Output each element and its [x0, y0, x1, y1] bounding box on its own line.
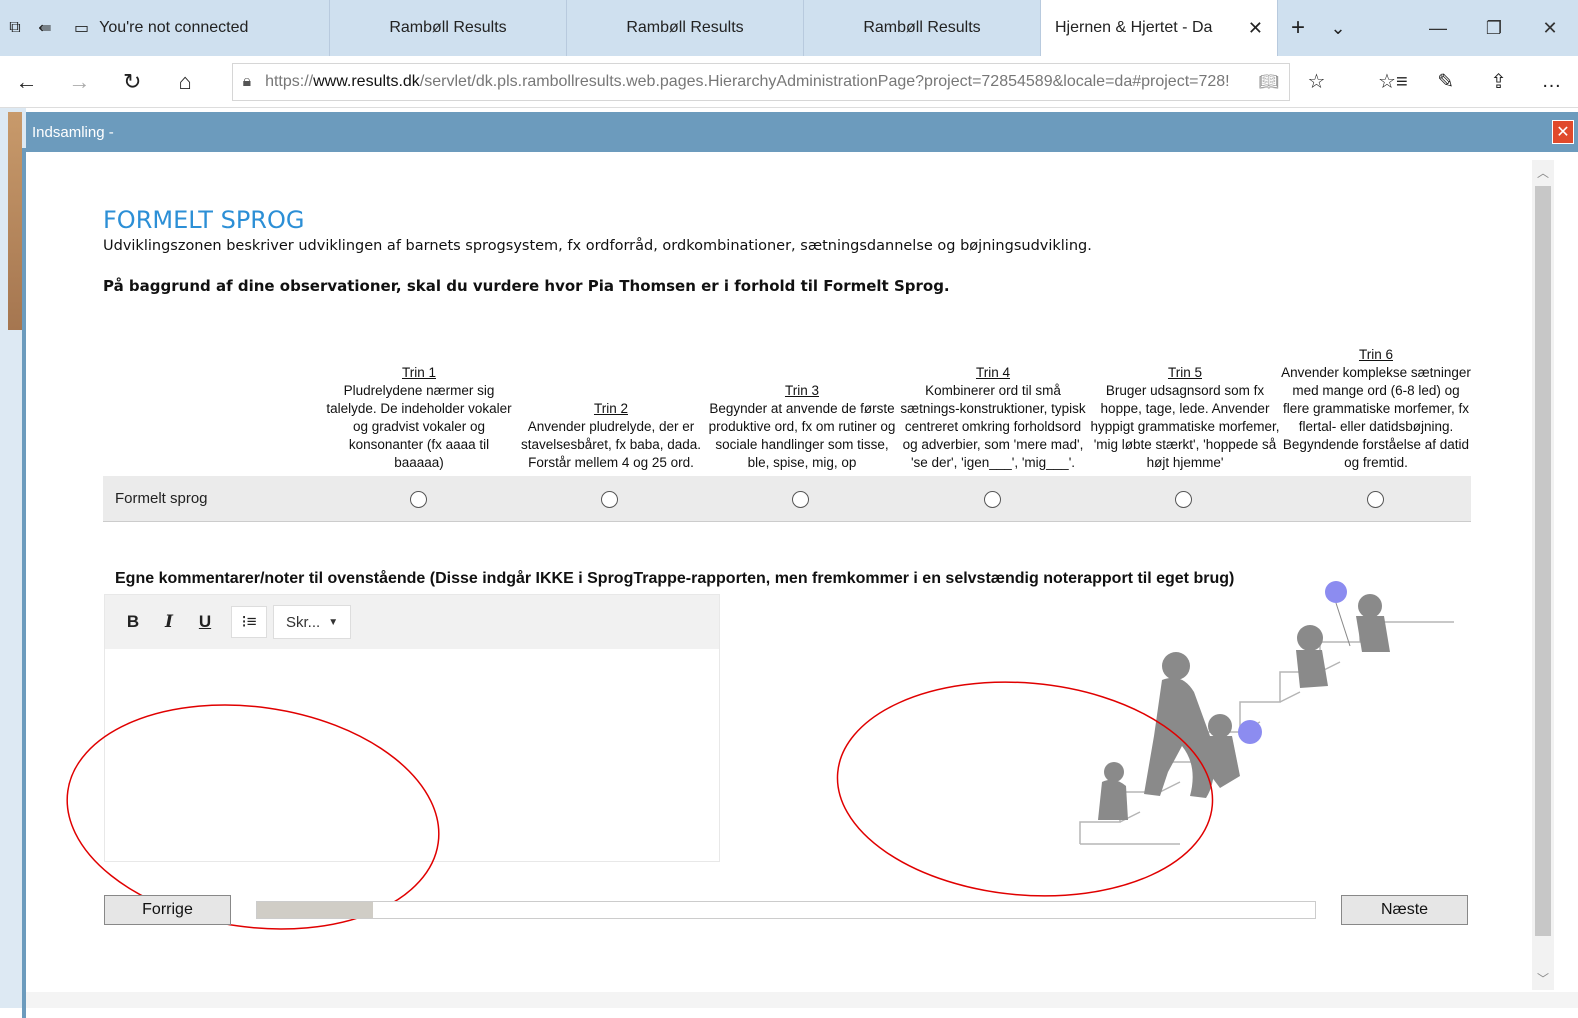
font-select-value: Skr...: [286, 614, 320, 631]
page-description: Udviklingszonen beskriver udviklingen af…: [103, 238, 1092, 254]
lock-icon: 🔒︎: [243, 73, 252, 91]
purple-ball: [1238, 720, 1262, 744]
step-title: Trin 4: [898, 364, 1088, 382]
rating-row: Formelt sprog: [103, 476, 1471, 522]
step-text: Anvender komplekse sætninger med mange o…: [1281, 365, 1471, 470]
tab-actions-icon[interactable]: ⧉: [0, 0, 30, 56]
chevron-down-icon[interactable]: ⌄: [1318, 0, 1358, 56]
favorite-star-icon[interactable]: ☆: [1290, 56, 1343, 108]
step-text: Begynder at anvende de første produktive…: [709, 401, 896, 470]
browser-tab-bar: ⧉ ⇚ ▭ You're not connected Rambøll Resul…: [0, 0, 1578, 56]
font-select[interactable]: Skr... ▼: [273, 605, 351, 639]
editor-toolbar: B I U ⁝≡ Skr... ▼: [105, 595, 719, 649]
comments-editor[interactable]: B I U ⁝≡ Skr... ▼: [104, 594, 720, 862]
minimize-icon[interactable]: —: [1410, 0, 1466, 56]
home-icon[interactable]: ⌂: [159, 56, 212, 108]
radio-trin-5[interactable]: [1175, 491, 1192, 508]
step-title: Trin 2: [516, 400, 706, 418]
next-button[interactable]: Næste: [1341, 895, 1468, 925]
dialog-footer: [26, 992, 1578, 1008]
restore-icon[interactable]: ❐: [1466, 0, 1522, 56]
tab-ramboll-3[interactable]: Rambøll Results: [804, 0, 1041, 56]
tab-aside-icon[interactable]: ⇚: [30, 0, 60, 56]
forward-icon[interactable]: →: [53, 56, 106, 108]
tab-label: Rambøll Results: [626, 19, 743, 37]
step-header-2: Trin 2 Anvender pludrelyde, der er stave…: [516, 400, 706, 472]
tab-ramboll-1[interactable]: Rambøll Results: [330, 0, 567, 56]
page-title: FORMELT SPROG: [103, 206, 304, 234]
progress-bar: [256, 901, 1316, 919]
step-title: Trin 6: [1281, 346, 1471, 364]
step-text: Pludrelydene nærmer sig talelyde. De ind…: [326, 383, 511, 470]
radio-trin-4[interactable]: [984, 491, 1001, 508]
tab-label: Rambøll Results: [863, 19, 980, 37]
caret-down-icon: ▼: [328, 617, 338, 628]
bold-button[interactable]: B: [115, 606, 151, 638]
dialog-close-button[interactable]: ✕: [1552, 120, 1574, 144]
radio-trin-2[interactable]: [601, 491, 618, 508]
step-header-5: Trin 5 Bruger udsagnsord som fx hoppe, t…: [1090, 364, 1280, 472]
more-icon[interactable]: …: [1525, 56, 1578, 108]
reading-view-icon[interactable]: 📖︎: [1259, 72, 1279, 92]
refresh-icon[interactable]: ↻: [106, 56, 159, 108]
address-bar[interactable]: 🔒︎ https:// www.results.dk /servlet/dk.p…: [232, 63, 1290, 101]
dialog-header: Indsamling - ✕: [26, 112, 1578, 152]
background-page-strip: [0, 108, 26, 1008]
step-header-3: Trin 3 Begynder at anvende de første pro…: [707, 382, 897, 472]
url-domain: www.results.dk: [313, 73, 420, 91]
underline-button[interactable]: U: [187, 606, 223, 638]
scroll-thumb[interactable]: [1535, 186, 1551, 936]
step-text: Anvender pludrelyde, der er stavelsesbår…: [521, 419, 701, 470]
url-prefix: https://: [265, 73, 313, 91]
step-text: Bruger udsagnsord som fx hoppe, tage, le…: [1090, 383, 1279, 470]
scroll-down-icon[interactable]: ﹀: [1532, 966, 1554, 990]
previous-button[interactable]: Forrige: [104, 895, 231, 925]
window-close-icon[interactable]: ✕: [1522, 0, 1578, 56]
close-icon[interactable]: ✕: [1238, 18, 1263, 39]
share-icon[interactable]: ⇪: [1472, 56, 1525, 108]
comments-label: Egne kommentarer/noter til ovenstående (…: [115, 570, 1234, 588]
url-path: /servlet/dk.pls.rambollresults.web.pages…: [420, 73, 1230, 91]
tab-hjernen[interactable]: Hjernen & Hjertet - Da ✕: [1041, 0, 1278, 56]
scrollbar[interactable]: ︿ ﹀: [1532, 160, 1554, 990]
radio-trin-1[interactable]: [410, 491, 427, 508]
step-header-1: Trin 1 Pludrelydene nærmer sig talelyde.…: [324, 364, 514, 472]
bullet-list-icon[interactable]: ⁝≡: [231, 606, 267, 638]
back-icon[interactable]: ←: [0, 56, 53, 108]
page-icon: ▭: [74, 18, 89, 38]
radio-trin-3[interactable]: [792, 491, 809, 508]
new-tab-icon[interactable]: +: [1278, 0, 1318, 56]
dialog-title: Indsamling -: [32, 124, 114, 141]
purple-balloon: [1325, 581, 1347, 603]
radio-trin-6[interactable]: [1367, 491, 1384, 508]
tab-label: Rambøll Results: [389, 19, 506, 37]
progress-fill: [257, 902, 373, 918]
step-title: Trin 5: [1090, 364, 1280, 382]
browser-nav-bar: ← → ↻ ⌂ 🔒︎ https:// www.results.dk /serv…: [0, 56, 1578, 108]
tab-label: Hjernen & Hjertet - Da: [1055, 19, 1212, 37]
pen-icon[interactable]: ✎: [1419, 56, 1472, 108]
step-title: Trin 3: [707, 382, 897, 400]
tab-ramboll-2[interactable]: Rambøll Results: [567, 0, 804, 56]
italic-button[interactable]: I: [151, 606, 187, 638]
rating-row-label: Formelt sprog: [115, 490, 208, 507]
tab-label: You're not connected: [99, 19, 248, 37]
background-photo: [8, 112, 22, 330]
scroll-up-icon[interactable]: ︿: [1532, 160, 1554, 184]
step-header-6: Trin 6 Anvender komplekse sætninger med …: [1281, 346, 1471, 472]
tab-not-connected[interactable]: ▭ You're not connected: [60, 0, 330, 56]
staircase-illustration: [1070, 576, 1470, 850]
step-text: Kombinerer ord til små sætnings-konstruk…: [900, 383, 1085, 470]
step-header-4: Trin 4 Kombinerer ord til små sætnings-k…: [898, 364, 1088, 472]
assessment-question: På baggrund af dine observationer, skal …: [103, 277, 950, 295]
step-title: Trin 1: [324, 364, 514, 382]
favorites-list-icon[interactable]: ☆≡: [1366, 56, 1419, 108]
